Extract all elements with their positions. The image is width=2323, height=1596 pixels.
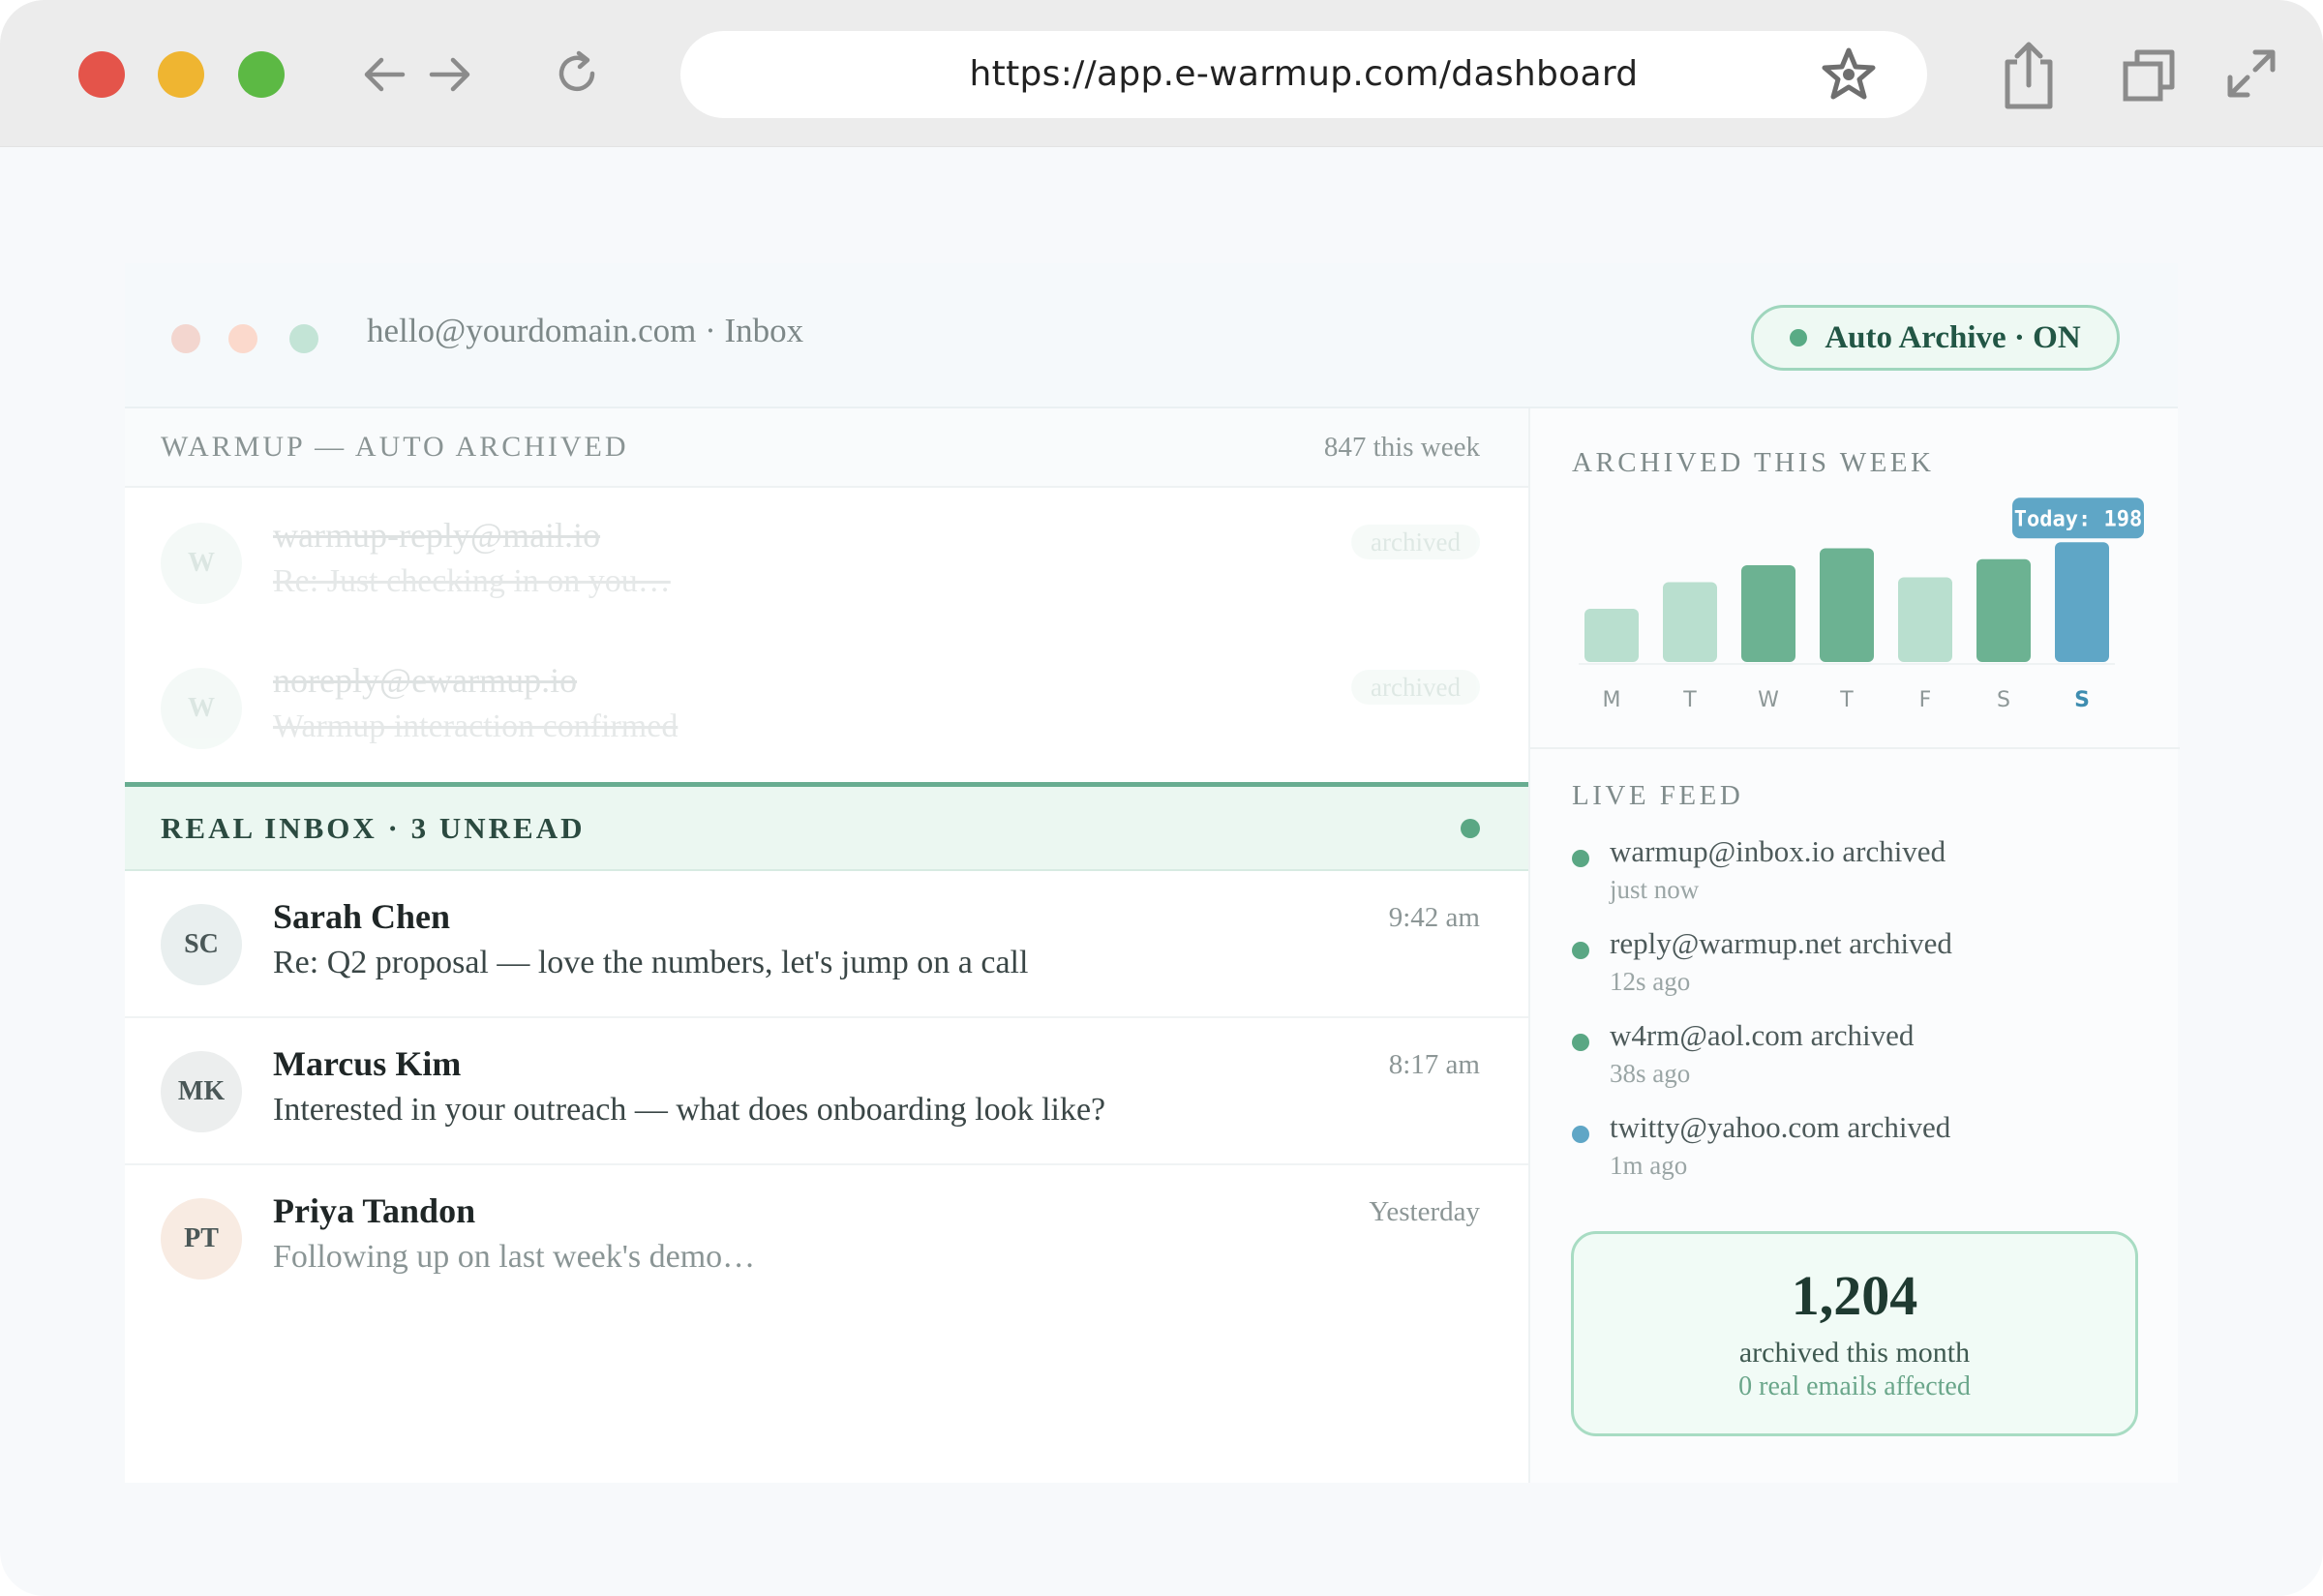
avatar: SC — [161, 904, 242, 985]
window-dot-green — [289, 324, 318, 353]
chart-tick-label-6: S — [2074, 688, 2090, 712]
chart-bar-2 — [1741, 565, 1795, 662]
browser-window: https://app.e-warmup.com/dashboard hello… — [0, 0, 2323, 1596]
chart-bar-1 — [1663, 582, 1717, 662]
subject-line: Warmup interaction confirmed — [273, 708, 679, 744]
chart-tick-label-3: T — [1839, 688, 1854, 712]
warmup-list-item[interactable]: W warmup-reply@mail.io Re: Just checking… — [125, 490, 1528, 635]
stat-number: 1,204 — [1791, 1264, 1918, 1327]
unread-dot-icon — [1461, 818, 1480, 838]
reload-icon[interactable] — [550, 46, 604, 101]
browser-toolbar: https://app.e-warmup.com/dashboard — [0, 0, 2323, 147]
window-dot-red — [171, 324, 200, 353]
panel-divider — [1530, 747, 2180, 749]
feed-dot-icon — [1572, 942, 1589, 959]
archived-week-chart: M T W T F S S Today: 198 — [1579, 497, 2144, 712]
auto-archive-label: Auto Archive · ON — [1825, 319, 2081, 355]
feed-text: w4rm@aol.com archived — [1610, 1018, 1915, 1052]
feed-dot-icon — [1572, 850, 1589, 867]
stat-label: archived this month — [1738, 1337, 1971, 1369]
share-icon[interactable] — [1998, 39, 2060, 110]
feed-time: just now — [1610, 875, 1700, 904]
feed-time: 1m ago — [1610, 1151, 1688, 1180]
fullscreen-icon[interactable] — [2224, 46, 2278, 101]
subject-line: Following up on last week's demo… — [273, 1239, 756, 1275]
email-row[interactable]: SC Sarah Chen Re: Q2 proposal — love the… — [125, 871, 1528, 1018]
subject-line: Re: Just checking in on you… — [273, 563, 671, 599]
chart-bar-3 — [1820, 548, 1874, 662]
forward-arrow-icon[interactable] — [426, 50, 474, 99]
chart-bar-5 — [1976, 558, 2031, 662]
app-window: hello@yourdomain.com · Inbox Auto Archiv… — [125, 263, 2180, 1483]
feed-text: reply@warmup.net archived — [1610, 926, 1952, 960]
chart-bar-0 — [1584, 609, 1639, 662]
stats-panel: ARCHIVED THIS WEEK M T W T F S S Today: 198 LIV… — [1528, 408, 2180, 1483]
feed-text: twitty@yahoo.com archived — [1610, 1110, 1951, 1144]
avatar: W — [161, 668, 242, 749]
close-window-button[interactable] — [78, 51, 125, 98]
subject-line: Interested in your outreach — what does … — [273, 1092, 1106, 1128]
account-label: hello@yourdomain.com · Inbox — [367, 312, 804, 349]
feed-dot-icon — [1572, 1126, 1589, 1143]
avatar: PT — [161, 1198, 242, 1280]
warmup-section-title: WARMUP — AUTO ARCHIVED — [161, 431, 629, 463]
stat-subtext: 0 real emails affected — [1738, 1371, 1971, 1401]
inbox-column: WARMUP — AUTO ARCHIVED 847 this week W w… — [125, 408, 1528, 1483]
chart-tick-label-4: F — [1919, 688, 1932, 712]
chart-data-label: Today: 198 — [2014, 507, 2142, 531]
sender-name: Sarah Chen — [273, 897, 451, 936]
monthly-stat-card: 1,204 archived this month 0 real emails … — [1571, 1231, 2138, 1436]
window-dot-orange — [228, 324, 257, 353]
sender-name: noreply@ewarmup.io — [273, 661, 578, 700]
email-time: 9:42 am — [1388, 902, 1480, 933]
email-time: 8:17 am — [1388, 1049, 1480, 1080]
archived-badge: archived — [1351, 525, 1480, 559]
sender-name: Priya Tandon — [273, 1191, 476, 1230]
real-inbox-title: REAL INBOX · 3 UNREAD — [161, 810, 586, 845]
sender-name: warmup-reply@mail.io — [273, 516, 601, 555]
back-arrow-icon[interactable] — [360, 50, 408, 99]
chart-bar-6 — [2055, 542, 2109, 662]
archived-badge: archived — [1351, 670, 1480, 705]
sender-name: Marcus Kim — [273, 1044, 462, 1083]
email-row[interactable]: MK Marcus Kim Interested in your outreac… — [125, 1018, 1528, 1165]
chart-tick-label-1: T — [1682, 688, 1697, 712]
warmup-list-item[interactable]: W noreply@ewarmup.io Warmup interaction … — [125, 635, 1528, 780]
chart-tick-label-5: S — [1997, 688, 2010, 712]
feed-text: warmup@inbox.io archived — [1610, 834, 1946, 868]
tabs-icon[interactable] — [2120, 46, 2178, 105]
auto-archive-toggle[interactable]: Auto Archive · ON — [1751, 305, 2120, 371]
chart-tick-label-0: M — [1603, 688, 1621, 712]
subject-line: Re: Q2 proposal — love the numbers, let'… — [273, 945, 1029, 980]
feed-dot-icon — [1572, 1034, 1589, 1051]
email-time: Yesterday — [1369, 1196, 1480, 1227]
warmup-section-header: WARMUP — AUTO ARCHIVED 847 this week — [125, 408, 1528, 488]
feed-time: 12s ago — [1610, 967, 1691, 996]
chart-tick-label-2: W — [1758, 688, 1779, 712]
avatar: W — [161, 523, 242, 604]
feed-time: 38s ago — [1610, 1059, 1691, 1088]
status-dot-icon — [1790, 329, 1808, 346]
email-row[interactable]: PT Priya Tandon Following up on last wee… — [125, 1165, 1528, 1312]
address-bar[interactable]: https://app.e-warmup.com/dashboard — [680, 31, 1927, 118]
live-feed-title: LIVE FEED — [1572, 780, 1744, 811]
maximize-window-button[interactable] — [238, 51, 285, 98]
chart-bar-4 — [1898, 577, 1952, 662]
minimize-window-button[interactable] — [158, 51, 204, 98]
real-inbox-header: REAL INBOX · 3 UNREAD — [125, 782, 1528, 871]
warmup-count: 847 this week — [1323, 431, 1480, 463]
url-text[interactable]: https://app.e-warmup.com/dashboard — [680, 31, 1927, 118]
star-icon[interactable] — [1819, 45, 1879, 105]
avatar: MK — [161, 1051, 242, 1132]
app-header: hello@yourdomain.com · Inbox Auto Archiv… — [125, 263, 2178, 408]
